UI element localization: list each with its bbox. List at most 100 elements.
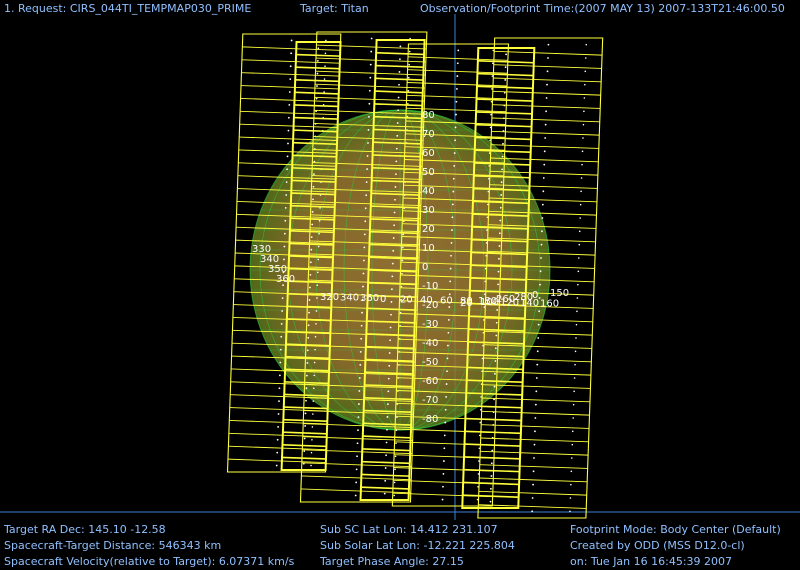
footprint-dot — [278, 374, 281, 377]
footprint-dot — [583, 110, 585, 113]
footprint-dot — [323, 91, 325, 93]
footprint-dot — [534, 403, 537, 406]
footprint-dot — [278, 400, 280, 403]
footprint-row — [295, 78, 340, 83]
latitude-label: 20 — [422, 224, 435, 235]
footprint-dot — [287, 129, 290, 132]
footprint-dot — [303, 437, 306, 440]
footprint-row — [241, 59, 340, 64]
footprint-dot — [443, 434, 446, 437]
footprint-dot — [324, 52, 327, 55]
footprint-dot — [545, 110, 548, 113]
footprint-row — [315, 83, 425, 89]
longitude-label: 320 — [320, 292, 339, 303]
footprint-dot — [570, 483, 572, 486]
sub-sc-lat-lon: Sub SC Lat Lon: 14.412 231.107 — [320, 523, 498, 536]
latitude-label: -30 — [422, 319, 438, 330]
footprint-dot — [575, 323, 578, 326]
footprint-dot — [532, 483, 534, 486]
footprint-row — [374, 103, 423, 107]
latitude-label: -50 — [422, 357, 438, 368]
footprint-dot — [532, 470, 535, 473]
footprint-dot — [277, 426, 279, 428]
footprint-dot — [385, 454, 388, 457]
footprint-canvas: 80706050403020100-10-20-30-40-50-60-70-8… — [0, 14, 800, 520]
footprint-dot — [579, 217, 581, 219]
equator-label: 20 — [460, 298, 473, 309]
latitude-label: -70 — [422, 395, 438, 406]
latitude-label: -80 — [422, 414, 438, 425]
footprint-row — [239, 123, 338, 129]
footprint-row — [240, 110, 339, 116]
longitude-label: 0 — [380, 294, 386, 305]
longitude-label: 160 — [540, 299, 559, 310]
footprint-row — [360, 486, 409, 490]
footprint-dot — [384, 467, 387, 469]
footprint-dot — [408, 50, 411, 53]
footprint-row — [227, 458, 326, 463]
footprint-dot — [304, 412, 307, 415]
footprint-dot — [394, 468, 396, 471]
footprint-dot — [288, 103, 291, 106]
footprint-dot — [290, 52, 293, 55]
footprint-dot — [393, 494, 395, 497]
footprint-dot — [457, 49, 460, 52]
latitude-label: 60 — [422, 148, 435, 159]
footprint-dot — [573, 377, 576, 379]
footprint-row — [463, 481, 520, 486]
footprint-row — [481, 424, 590, 429]
latitude-label: -40 — [422, 338, 438, 349]
footprint-dot — [441, 498, 444, 501]
footprint-dot — [581, 163, 583, 166]
footprint-row — [315, 70, 426, 76]
footprint-dot — [533, 443, 536, 446]
footprint-row — [314, 96, 425, 102]
footprint-dot — [394, 455, 397, 458]
footprint-dot — [289, 78, 292, 80]
footprint-row — [374, 90, 423, 94]
footprint-dot — [317, 47, 320, 50]
footprint-dot — [502, 142, 504, 145]
footprint-row — [315, 57, 426, 63]
footprint-dot — [455, 88, 458, 90]
footprint-row — [478, 490, 587, 496]
footprint-dot — [370, 37, 373, 40]
equator-label: 180 — [478, 296, 497, 307]
footprint-row — [375, 64, 424, 69]
footprint-dot — [576, 310, 578, 313]
footprint-row — [376, 51, 425, 56]
footprint-dot — [577, 257, 580, 259]
footprint-dot — [289, 65, 292, 68]
footprint-dot — [582, 137, 584, 139]
footprint-dot — [534, 430, 536, 433]
footprint-dot — [577, 283, 579, 286]
created-by: Created by ODD (MSS D12.0-cl) — [570, 539, 745, 552]
footprint-row — [300, 488, 411, 494]
footprint-dot — [574, 363, 576, 366]
footprint-dot — [584, 83, 586, 86]
footprint-dot — [491, 449, 494, 452]
equator-label: 0 — [532, 290, 538, 301]
footprint-dot — [578, 230, 581, 233]
footprint-dot — [383, 492, 386, 495]
footprint-row — [293, 116, 338, 120]
longitude-label: 360 — [360, 293, 379, 304]
footprint-dot — [456, 75, 459, 77]
latitude-label: 80 — [422, 110, 435, 121]
footprint-dot — [357, 429, 359, 432]
footprint-dot — [442, 460, 445, 462]
footprint-dot — [543, 163, 546, 166]
footprint-dot — [544, 123, 547, 126]
footprint-dot — [504, 79, 507, 81]
footprint-dot — [581, 150, 584, 153]
longitude-label: 40 — [420, 295, 433, 306]
footprint-row — [492, 104, 601, 109]
footprint-dot — [407, 89, 410, 92]
longitude-label: 20 — [400, 294, 413, 305]
footprint-row — [476, 98, 533, 102]
footprint-row — [241, 72, 340, 77]
latitude-label: 30 — [422, 205, 435, 216]
footprint-dot — [584, 57, 587, 59]
footprint-row — [480, 437, 589, 443]
footprint-dot — [537, 337, 540, 339]
